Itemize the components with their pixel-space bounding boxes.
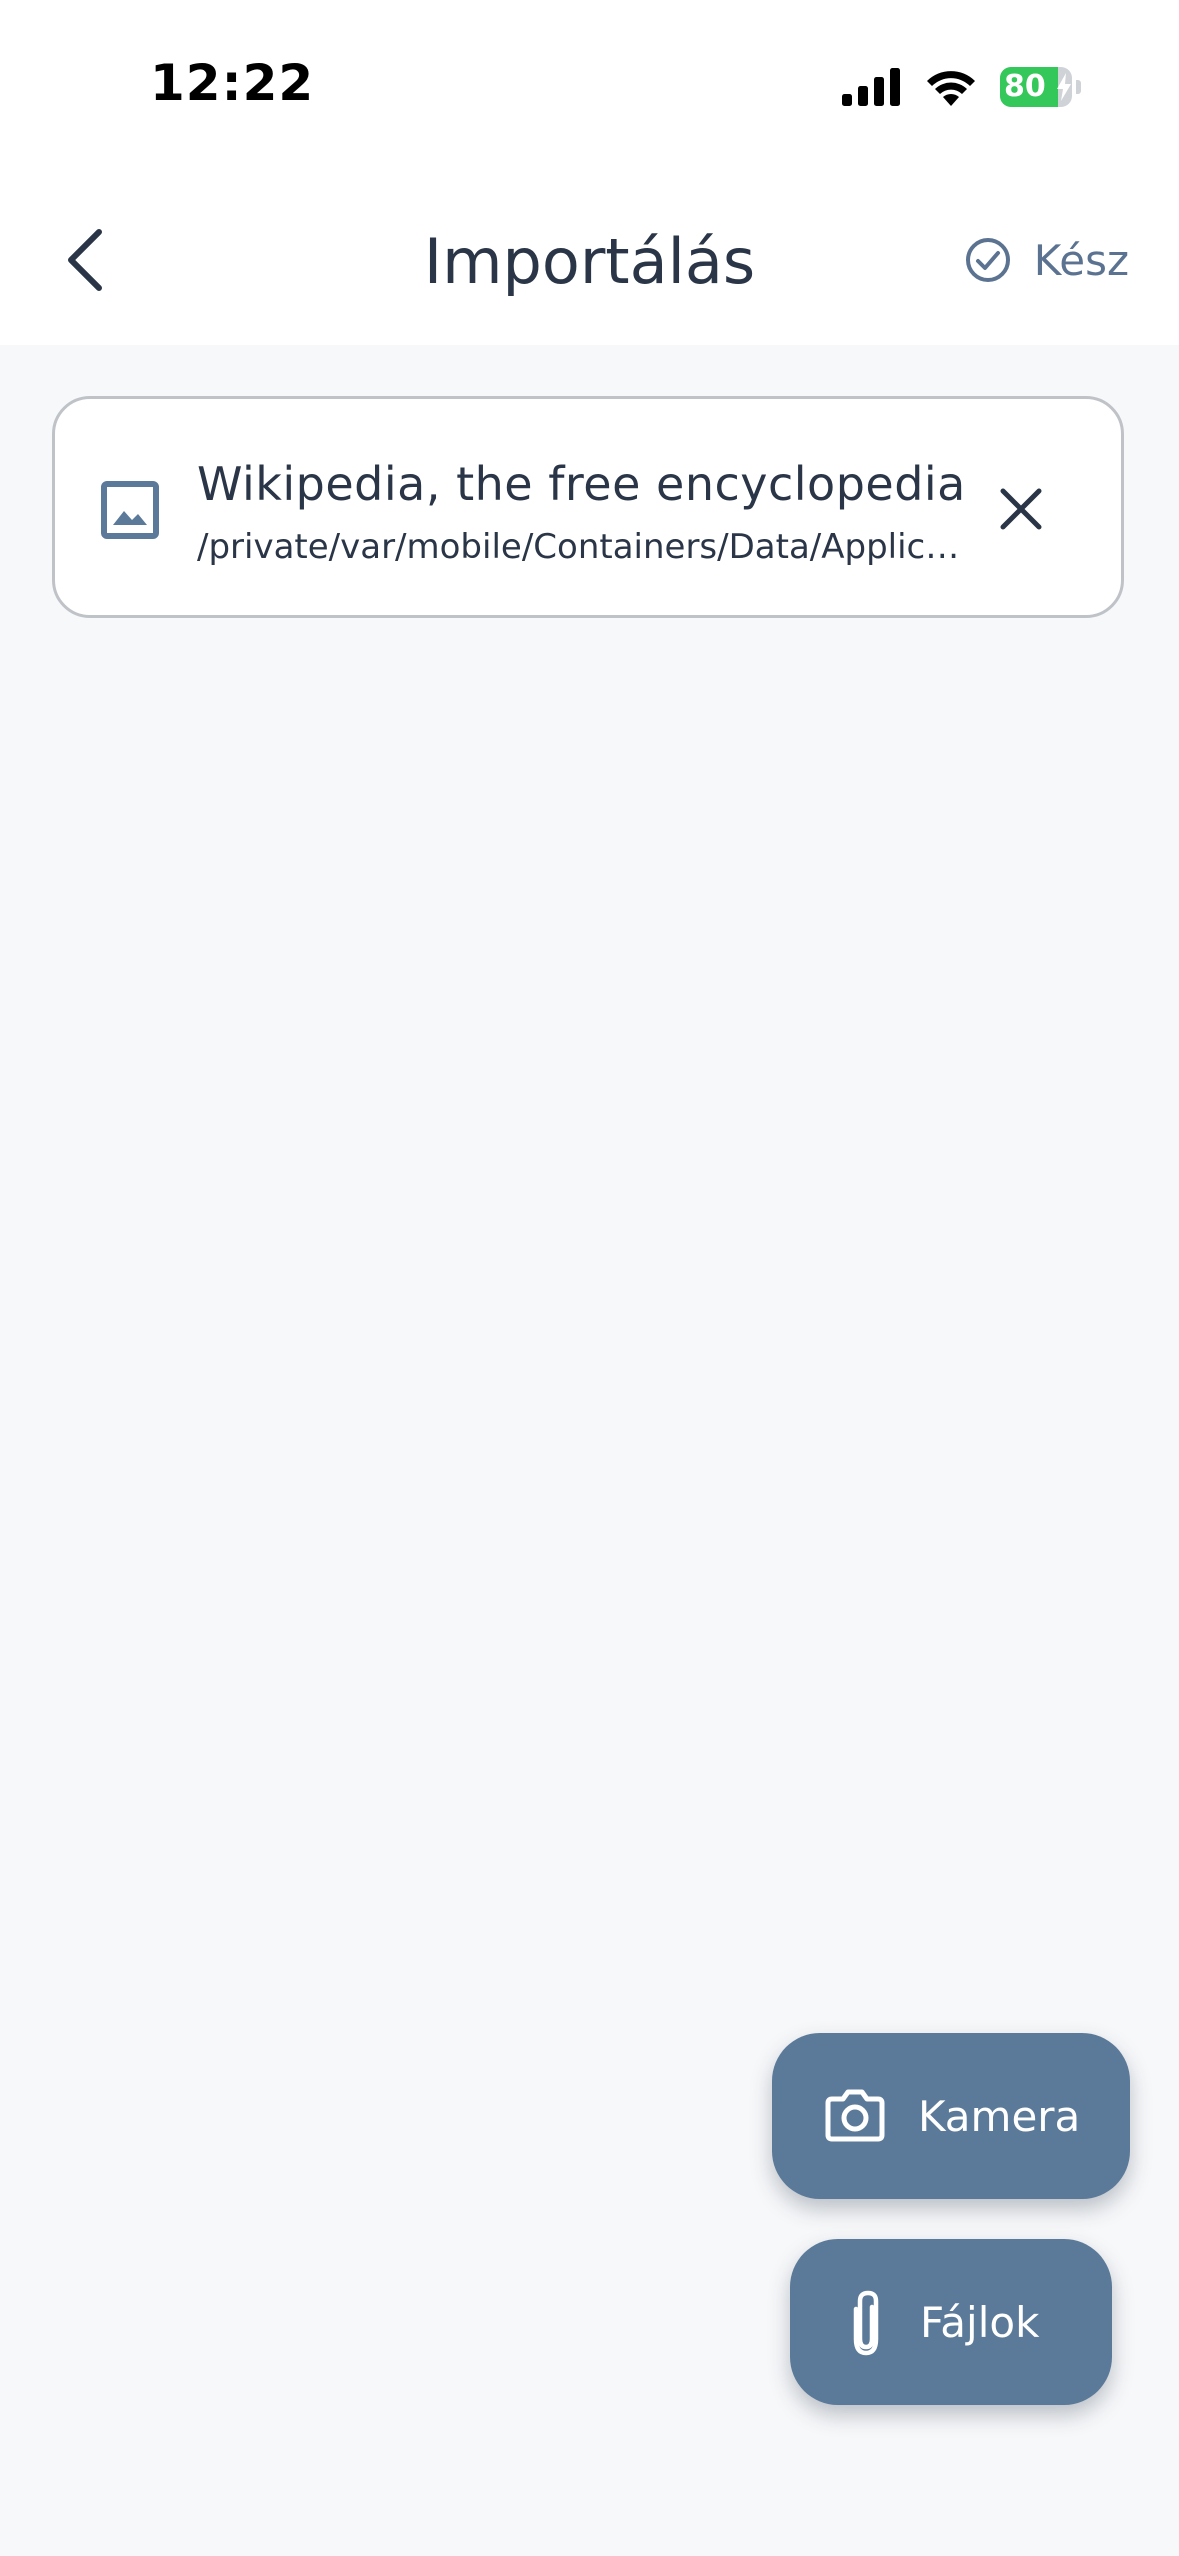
nav-bar: Importálás Kész — [0, 175, 1179, 345]
file-card[interactable]: Wikipedia, the free encyclopedia /privat… — [52, 396, 1124, 618]
status-time: 12:22 — [150, 54, 315, 112]
cellular-signal-icon — [842, 68, 900, 106]
done-label: Kész — [1033, 235, 1129, 285]
files-label: Fájlok — [920, 2297, 1040, 2347]
battery-indicator: 80 — [1000, 67, 1072, 107]
files-button[interactable]: Fájlok — [790, 2239, 1112, 2405]
check-circle-icon — [965, 238, 1010, 282]
wifi-icon — [927, 71, 975, 106]
chevron-left-icon — [68, 229, 102, 291]
image-icon — [101, 481, 159, 539]
done-button[interactable]: Kész — [964, 230, 1129, 290]
back-button[interactable] — [50, 215, 120, 305]
paperclip-icon — [853, 2290, 879, 2356]
camera-icon — [825, 2089, 885, 2142]
battery-cap — [1076, 80, 1081, 94]
remove-file-button[interactable] — [991, 479, 1051, 539]
file-name: Wikipedia, the free encyclopedia — [197, 457, 966, 511]
close-icon — [1000, 488, 1042, 530]
charging-bolt-icon — [1057, 73, 1071, 101]
camera-label: Kamera — [918, 2091, 1081, 2141]
status-icons: 80 — [842, 62, 1081, 112]
file-path: /private/var/mobile/Containers/Data/Appl… — [197, 527, 977, 567]
status-bar: 12:22 80 — [0, 0, 1179, 175]
battery-level: 80 — [1004, 69, 1046, 104]
camera-button[interactable]: Kamera — [772, 2033, 1130, 2199]
